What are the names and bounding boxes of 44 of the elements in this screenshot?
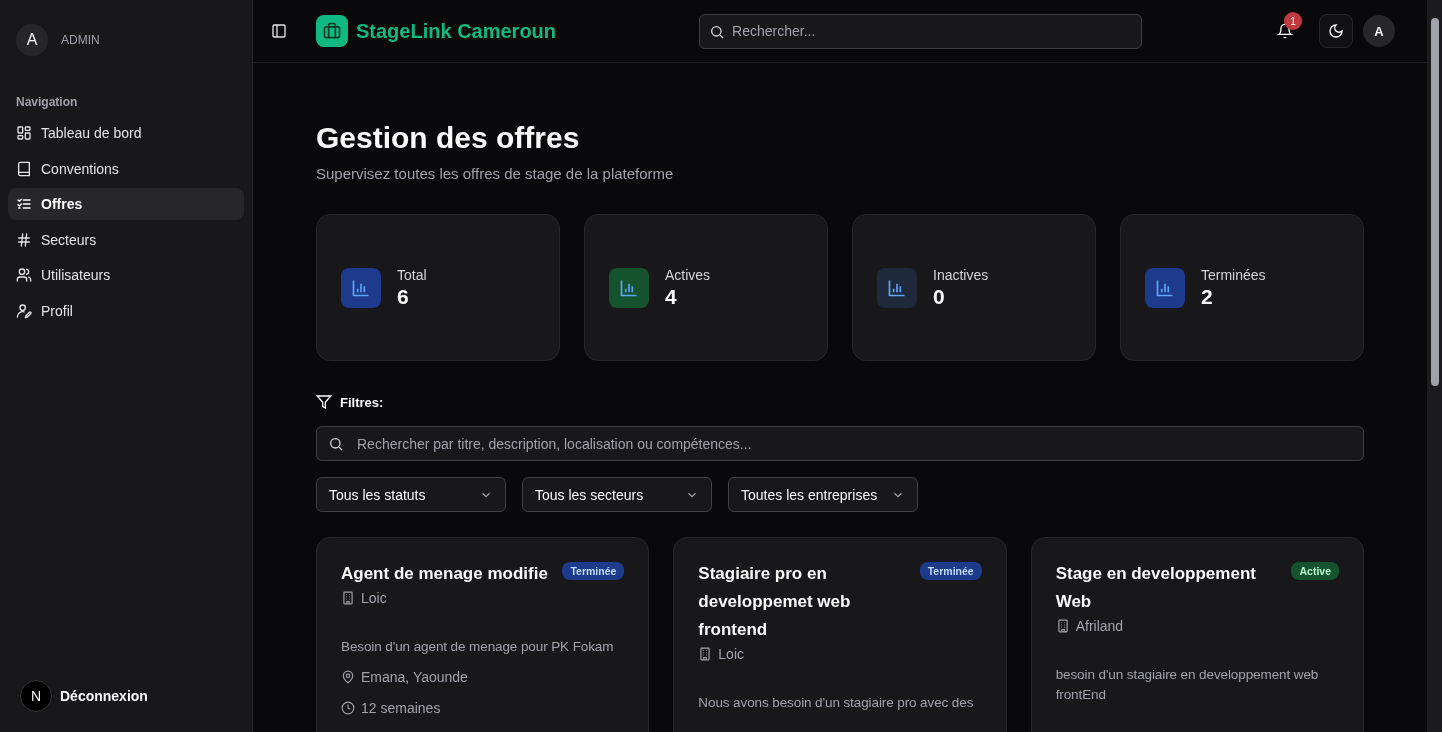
page-title: Gestion des offres xyxy=(316,121,581,155)
stat-label: Actives xyxy=(665,266,711,283)
search-field[interactable]: Rechercher par titre, description, localisation ou compétences... xyxy=(316,426,1364,461)
user-role: ADMIN xyxy=(61,33,100,47)
stat-label: Terminées xyxy=(1201,266,1266,283)
offer-description: Besoin d'un agent de menage pour PK Fokam xyxy=(341,638,615,656)
company-name: Loic xyxy=(718,646,744,662)
offer-title: Stagiaire pro en developpemet web frontend xyxy=(698,563,852,641)
offer-duration: 12 semaines xyxy=(361,700,441,716)
stat-value: 0 xyxy=(933,284,946,309)
stat-value: 6 xyxy=(397,284,410,309)
filter-dropdown[interactable]: Toutes les entreprises xyxy=(728,477,918,512)
status-badge: Active xyxy=(1291,562,1339,580)
offer-title: Stage en developpement Web xyxy=(1055,563,1257,613)
stat-label: Inactives xyxy=(933,266,989,283)
nav-item[interactable]: Secteurs xyxy=(8,223,244,256)
brand-name[interactable]: StageLink Cameroun xyxy=(356,19,557,43)
status-badge: Terminée xyxy=(919,562,982,580)
company-name: Afriland xyxy=(1075,618,1124,634)
nav-item[interactable]: Conventions xyxy=(8,152,244,185)
user-avatar[interactable]: A xyxy=(1363,15,1395,47)
nav-item[interactable]: Offres xyxy=(8,188,244,220)
nav-item[interactable]: Tableau de bord xyxy=(8,117,244,149)
offer-description: besoin d'un stagiaire en developpement web frontEnd xyxy=(1055,666,1320,704)
stat-label: Total xyxy=(397,266,427,283)
company-name: Loic xyxy=(361,590,387,606)
nav-item[interactable]: Utilisateurs xyxy=(8,259,244,291)
offer-description: Nous avons besoin d'un stagiaire pro avec des xyxy=(698,694,975,712)
nav-item[interactable]: Profil xyxy=(8,294,244,327)
stat-value: 4 xyxy=(665,284,678,309)
user-avatar: A xyxy=(16,24,48,56)
status-badge: Terminée xyxy=(562,562,625,580)
filters-title: Filtres: xyxy=(340,394,384,410)
logout-link[interactable]: Déconnexion xyxy=(60,688,148,704)
filter-dropdown[interactable]: Tous les statuts xyxy=(316,477,506,512)
section-title: Navigation xyxy=(16,95,79,109)
offer-title: Agent de menage modifie xyxy=(341,563,548,585)
stat-value: 2 xyxy=(1201,284,1214,309)
page-subtitle: Supervisez toutes les offres de stage de la plateforme xyxy=(316,165,675,182)
offer-location: Emana, Yaounde xyxy=(361,669,468,685)
filter-dropdown[interactable]: Tous les secteurs xyxy=(522,477,712,512)
search-field[interactable]: Rechercher... xyxy=(699,13,1143,49)
logout-avatar: N xyxy=(20,680,52,712)
notification-count: 1 xyxy=(1284,12,1302,30)
